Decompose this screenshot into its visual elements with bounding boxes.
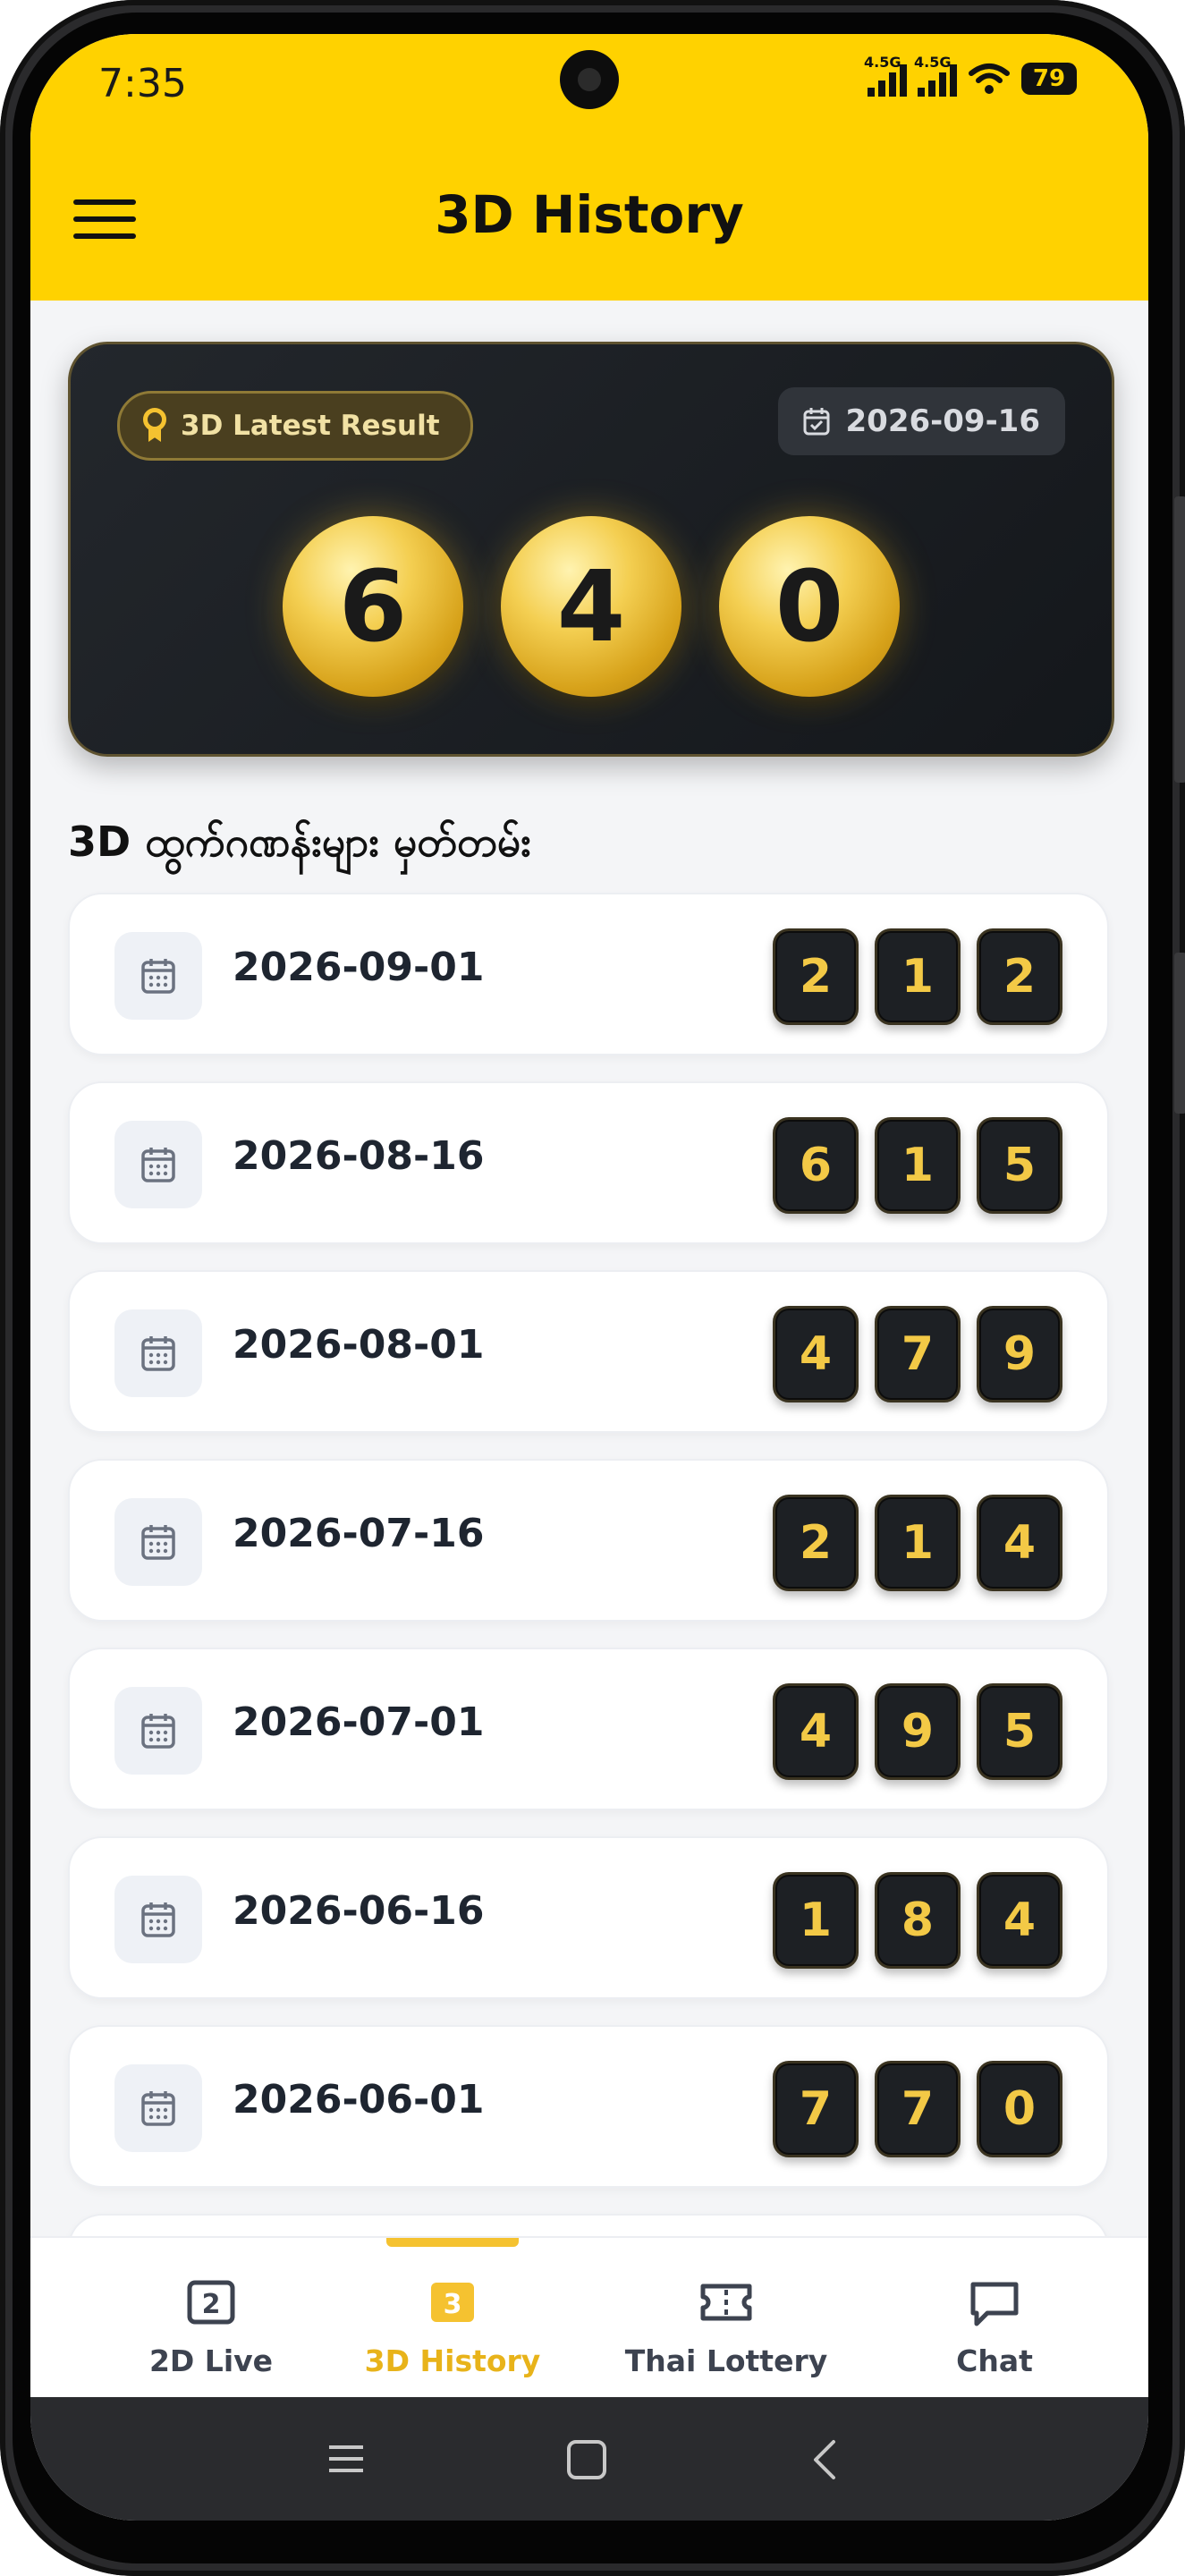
digit-box: 7 — [875, 2061, 961, 2157]
volume-button — [1174, 496, 1185, 783]
calendar-check-icon — [803, 408, 830, 436]
nav-label: Thai Lottery — [624, 2343, 828, 2378]
screen: 7:35 4.5G 4.5G 79 3D History 3D Latest R… — [30, 34, 1148, 2521]
digit-box: 1 — [875, 1495, 961, 1591]
battery-icon: 79 — [1021, 63, 1077, 95]
recents-icon[interactable] — [324, 2436, 368, 2481]
digit-box: 8 — [875, 1872, 961, 1969]
home-icon[interactable] — [563, 2436, 610, 2483]
calendar-icon — [114, 932, 202, 1020]
history-digits: 6 1 5 — [773, 1117, 1062, 1214]
history-date: 2026-08-01 — [233, 1322, 485, 1368]
calendar-icon — [114, 1309, 202, 1397]
network-type: 4.5G — [914, 54, 952, 71]
status-bar: 7:35 4.5G 4.5G 79 — [30, 34, 1148, 132]
digit-box: 6 — [773, 1117, 859, 1214]
digit-box: 7 — [875, 1306, 961, 1402]
wifi-icon — [969, 64, 1010, 94]
digit-box: 4 — [977, 1495, 1062, 1591]
back-icon[interactable] — [805, 2436, 844, 2483]
nav-label: 2D Live — [148, 2343, 274, 2378]
latest-result-balls: 6 4 0 — [71, 516, 1112, 697]
latest-result-date: 2026-09-16 — [777, 387, 1065, 455]
history-date: 2026-07-16 — [233, 1511, 485, 1556]
nav-3d-history[interactable]: 3 3D History — [318, 2238, 587, 2399]
latest-result-label: 3D Latest Result — [181, 410, 440, 442]
front-camera — [560, 50, 619, 109]
phone-frame: 7:35 4.5G 4.5G 79 3D History 3D Latest R… — [0, 0, 1185, 2576]
nav-label: Chat — [956, 2343, 1033, 2378]
history-digits: 7 7 0 — [773, 2061, 1062, 2157]
result-ball: 4 — [501, 516, 681, 697]
digit-box: 4 — [977, 1872, 1062, 1969]
app-header: 7:35 4.5G 4.5G 79 3D History — [30, 34, 1148, 301]
result-ball: 6 — [283, 516, 463, 697]
digit-box: 5 — [977, 1683, 1062, 1780]
history-date: 2026-06-01 — [233, 2077, 485, 2123]
history-section-title: 3D ထွက်ဂဏန်းများ မှတ်တမ်း — [68, 818, 531, 866]
history-digits: 2 1 2 — [773, 928, 1062, 1025]
history-row[interactable]: 2026-07-01 4 9 5 — [68, 1648, 1109, 1810]
history-row[interactable]: 2026-06-01 7 7 0 — [68, 2025, 1109, 2188]
digit-box: 7 — [773, 2061, 859, 2157]
nav-label: 3D History — [364, 2343, 541, 2378]
history-row[interactable]: 2026-09-01 2 1 2 — [68, 893, 1109, 1055]
status-icons: 4.5G 4.5G 79 — [864, 54, 1077, 97]
2d-icon: 2 — [187, 2280, 235, 2325]
digit-box: 2 — [773, 928, 859, 1025]
calendar-icon — [114, 1876, 202, 1963]
page-title: 3D History — [435, 184, 744, 245]
history-date: 2026-09-01 — [233, 945, 485, 990]
calendar-icon — [114, 2064, 202, 2152]
digit-box: 2 — [977, 928, 1062, 1025]
network-type: 4.5G — [864, 54, 901, 71]
history-date: 2026-08-16 — [233, 1133, 485, 1179]
medal-icon — [141, 408, 168, 444]
latest-result-card: 3D Latest Result 2026-09-16 6 4 0 — [68, 342, 1114, 757]
ticket-icon — [700, 2284, 752, 2321]
signal-icon: 4.5G — [914, 54, 957, 97]
digit-box: 0 — [977, 2061, 1062, 2157]
system-navigation-bar — [30, 2397, 1148, 2521]
history-digits: 1 8 4 — [773, 1872, 1062, 1969]
history-row[interactable]: 2026-07-16 2 1 4 — [68, 1459, 1109, 1622]
digit-box: 1 — [875, 1117, 961, 1214]
digit-box: 4 — [773, 1306, 859, 1402]
power-button — [1174, 953, 1185, 1114]
nav-thai-lottery[interactable]: Thai Lottery — [592, 2238, 860, 2399]
nav-icon-glyph: 2 — [202, 2289, 221, 2320]
digit-box: 1 — [875, 928, 961, 1025]
digit-box: 5 — [977, 1117, 1062, 1214]
nav-icon-glyph: 3 — [444, 2289, 462, 2320]
signal-icon: 4.5G — [864, 54, 907, 97]
digit-box: 9 — [977, 1306, 1062, 1402]
bottom-navigation: 2 2D Live 3 3D History Thai Lottery Chat — [30, 2236, 1148, 2399]
status-time: 7:35 — [98, 61, 187, 106]
history-digits: 2 1 4 — [773, 1495, 1062, 1591]
result-ball: 0 — [719, 516, 900, 697]
latest-date-text: 2026-09-16 — [845, 403, 1040, 439]
history-digits: 4 9 5 — [773, 1683, 1062, 1780]
calendar-icon — [114, 1498, 202, 1586]
history-row[interactable]: 2026-06-16 1 8 4 — [68, 1836, 1109, 1999]
calendar-icon — [114, 1687, 202, 1775]
digit-box: 4 — [773, 1683, 859, 1780]
calendar-icon — [114, 1121, 202, 1208]
digit-box: 2 — [773, 1495, 859, 1591]
history-row[interactable]: 2026-08-01 4 7 9 — [68, 1270, 1109, 1433]
chat-icon — [970, 2282, 1019, 2326]
history-date: 2026-07-01 — [233, 1699, 485, 1745]
history-list[interactable]: 2026-09-01 2 1 2 2026-08-16 6 1 5 2026-0… — [68, 893, 1109, 2275]
history-date: 2026-06-16 — [233, 1888, 485, 1934]
history-digits: 4 7 9 — [773, 1306, 1062, 1402]
digit-box: 1 — [773, 1872, 859, 1969]
nav-chat[interactable]: Chat — [860, 2238, 1129, 2399]
latest-result-badge: 3D Latest Result — [117, 391, 473, 461]
3d-icon: 3 — [431, 2283, 474, 2322]
nav-2d-live[interactable]: 2 2D Live — [77, 2238, 345, 2399]
history-row[interactable]: 2026-08-16 6 1 5 — [68, 1081, 1109, 1244]
digit-box: 9 — [875, 1683, 961, 1780]
